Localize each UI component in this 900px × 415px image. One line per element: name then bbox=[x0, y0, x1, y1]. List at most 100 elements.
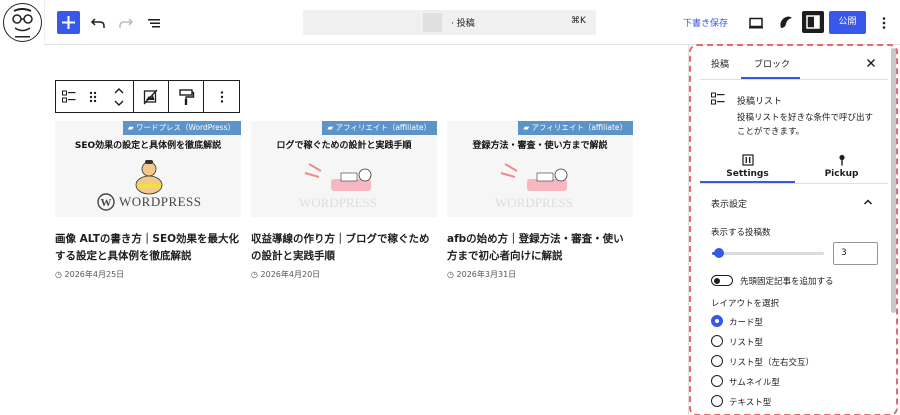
person-lying-illustration bbox=[304, 163, 372, 191]
sumo-illustration bbox=[135, 160, 163, 195]
slider-thumb[interactable] bbox=[713, 248, 724, 258]
paint-roller-icon bbox=[179, 88, 195, 105]
document-overview-button[interactable] bbox=[142, 11, 166, 35]
clock-icon: ◷ bbox=[251, 270, 261, 279]
list-view-icon bbox=[148, 19, 160, 28]
post-count-slider[interactable] bbox=[712, 248, 824, 258]
post-card[interactable]: ▰ アフィリエイト（affiliate） ログで稼ぐための設計と実践手順 WOR… bbox=[251, 121, 437, 280]
category-badge: ▰ ワードプレス（WordPress） bbox=[122, 121, 241, 135]
wordpress-watermark: WORDPRESS bbox=[495, 195, 574, 210]
sticky-posts-label: 先頭固定記事を追加する bbox=[740, 277, 834, 287]
sticky-posts-toggle[interactable] bbox=[711, 275, 733, 286]
sliders-icon bbox=[741, 154, 754, 166]
wordpress-watermark: WORDPRESS bbox=[299, 195, 378, 210]
image-toggle-icon bbox=[143, 89, 158, 104]
category-badge: ▰ アフィリエイト（affiliate） bbox=[518, 121, 633, 135]
tab-settings[interactable]: Settings bbox=[700, 150, 795, 183]
post-thumbnail: ▰ アフィリエイト（affiliate） ログで稼ぐための設計と実践手順 WOR… bbox=[251, 121, 437, 217]
post-count-input[interactable]: 3 bbox=[833, 242, 878, 265]
person-lying-illustration bbox=[500, 163, 568, 191]
tab-pickup[interactable]: Pickup bbox=[795, 150, 888, 183]
block-card-title: 投稿リスト bbox=[737, 97, 783, 107]
post-title[interactable]: 画像 ALTの書き方｜SEO効果を最大化する設定と具体例を徹底解説 bbox=[55, 231, 241, 265]
post-count-label: 表示する投稿数 bbox=[711, 228, 771, 238]
add-block-button[interactable] bbox=[57, 11, 80, 34]
post-date: ◷ 2026年4月20日 bbox=[251, 270, 321, 279]
close-icon bbox=[867, 59, 875, 67]
block-toolbar bbox=[55, 80, 240, 113]
post-title[interactable]: 収益導線の作り方｜ブログで稼ぐための設計と実践手順 bbox=[251, 231, 437, 265]
block-style-button[interactable] bbox=[169, 81, 204, 112]
layout-option-label[interactable]: リスト型（左右交互） bbox=[729, 356, 814, 368]
divider bbox=[700, 79, 888, 80]
post-list-icon bbox=[711, 92, 725, 105]
category-badge: ▰ アフィリエイト（affiliate） bbox=[322, 121, 437, 135]
undo-icon bbox=[90, 18, 105, 28]
layout-option-label[interactable]: サムネイル型 bbox=[729, 376, 780, 388]
image-toggle-button[interactable] bbox=[134, 81, 169, 112]
desktop-preview-icon bbox=[749, 17, 763, 29]
block-type-button[interactable] bbox=[56, 81, 82, 112]
chevron-up-icon[interactable] bbox=[862, 196, 874, 208]
layout-radio-text[interactable] bbox=[711, 395, 723, 407]
toggle-knob bbox=[714, 277, 720, 284]
wordpress-icon: W bbox=[97, 193, 115, 211]
save-draft-button[interactable]: 下書き保存 bbox=[683, 16, 728, 29]
move-up-down-buttons[interactable] bbox=[104, 81, 134, 112]
folder-icon: ▰ bbox=[127, 123, 136, 132]
post-thumbnail-placeholder bbox=[423, 13, 442, 32]
tab-block[interactable]: ブロック bbox=[754, 57, 790, 70]
redo-icon bbox=[119, 18, 134, 28]
command-palette-bar[interactable]: · 投稿 ⌘K bbox=[303, 10, 596, 35]
editor-header: · 投稿 ⌘K 下書き保存 公開 bbox=[0, 0, 900, 45]
command-bar-title: · 投稿 bbox=[451, 19, 475, 29]
post-date: ◷ 2026年3月31日 bbox=[447, 270, 517, 279]
more-vertical-icon bbox=[882, 17, 886, 29]
drag-handle[interactable] bbox=[82, 81, 104, 112]
post-title[interactable]: afbの始め方｜登録方法・審査・使い方まで初心者向けに解説 bbox=[447, 231, 633, 265]
wordpress-logo: W WORDPRESS bbox=[97, 193, 202, 211]
block-card-description: 投稿リストを好きな条件で呼び出すことができます。 bbox=[737, 113, 874, 137]
sidebar-icon bbox=[806, 15, 820, 29]
preview-button[interactable] bbox=[744, 11, 768, 35]
layout-option-label[interactable]: テキスト型 bbox=[729, 396, 771, 408]
thumbnail-heading: SEO効果の設定と具体例を徹底解説 bbox=[74, 141, 222, 151]
close-sidebar-button[interactable] bbox=[864, 55, 878, 69]
tab-pickup-label: Pickup bbox=[824, 169, 859, 179]
block-more-options-button[interactable] bbox=[204, 81, 239, 112]
redo-button[interactable] bbox=[114, 11, 138, 35]
command-shortcut: ⌘K bbox=[571, 16, 586, 26]
thumbnail-heading: ログで稼ぐための設計と実践手順 bbox=[276, 141, 412, 151]
settings-toggle-button[interactable] bbox=[802, 11, 824, 33]
half-moon-icon bbox=[780, 16, 792, 28]
layout-option-label[interactable]: リスト型 bbox=[729, 336, 763, 348]
layout-radio-card[interactable] bbox=[711, 315, 723, 327]
thumbnail-heading: 登録方法・審査・使い方まで解説 bbox=[472, 141, 608, 151]
post-date: ◷ 2026年4月25日 bbox=[55, 270, 125, 279]
layout-radio-list[interactable] bbox=[711, 335, 723, 347]
panel-title[interactable]: 表示設定 bbox=[711, 197, 747, 210]
drag-handle-icon bbox=[89, 91, 97, 102]
post-card[interactable]: ▰ ワードプレス（WordPress） SEO効果の設定と具体例を徹底解説 W … bbox=[55, 121, 241, 280]
layout-radio-thumbnail[interactable] bbox=[711, 375, 723, 387]
layout-radio-list-alternate[interactable] bbox=[711, 355, 723, 367]
style-button[interactable] bbox=[774, 11, 798, 35]
layout-option-label[interactable]: カード型 bbox=[729, 316, 763, 328]
post-list-icon bbox=[62, 90, 76, 102]
publish-button[interactable]: 公開 bbox=[829, 11, 866, 34]
site-logo[interactable] bbox=[0, 0, 45, 45]
plus-icon bbox=[62, 16, 75, 29]
layout-label: レイアウトを選択 bbox=[711, 299, 780, 309]
clock-icon: ◷ bbox=[447, 270, 457, 279]
tab-settings-label: Settings bbox=[726, 169, 769, 179]
post-card[interactable]: ▰ アフィリエイト（affiliate） 登録方法・審査・使い方まで解説 WOR… bbox=[447, 121, 633, 280]
sidebar-scrollbar[interactable] bbox=[891, 48, 896, 313]
tab-post[interactable]: 投稿 bbox=[711, 57, 729, 70]
move-up-down-icon bbox=[114, 87, 123, 106]
more-vertical-icon bbox=[220, 90, 223, 103]
post-thumbnail: ▰ ワードプレス（WordPress） SEO効果の設定と具体例を徹底解説 W … bbox=[55, 121, 241, 217]
svg-text:W: W bbox=[101, 197, 112, 209]
post-thumbnail: ▰ アフィリエイト（affiliate） 登録方法・審査・使い方まで解説 WOR… bbox=[447, 121, 633, 217]
undo-button[interactable] bbox=[86, 11, 110, 35]
options-button[interactable] bbox=[872, 11, 896, 35]
